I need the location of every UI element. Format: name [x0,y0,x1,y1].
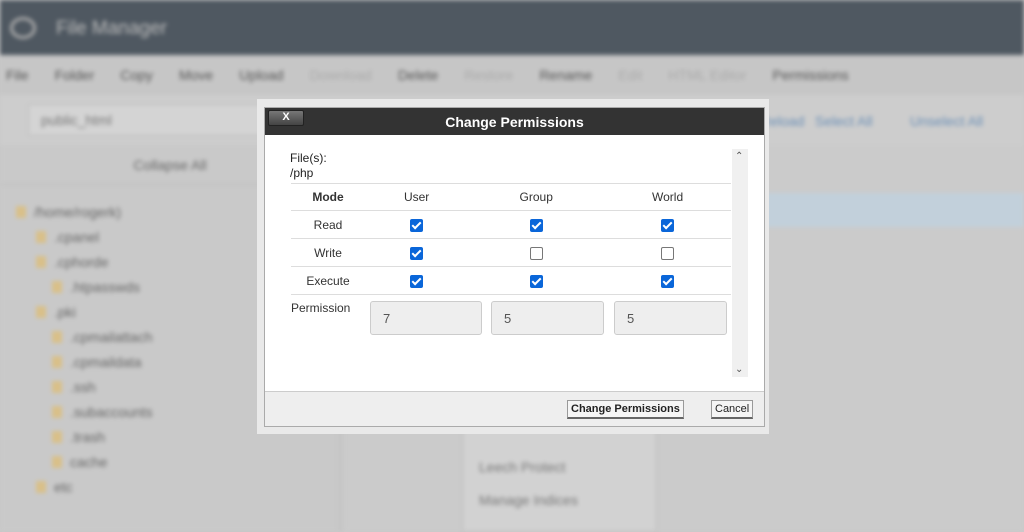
toolbar-html-editor-button[interactable]: HTML Editor [668,67,746,95]
world-permission-input[interactable]: 5 [614,301,727,335]
toolbar-upload-button[interactable]: Upload [239,67,283,95]
permission-label: Permission [291,301,351,315]
group-write-checkbox[interactable] [529,246,543,260]
header-world: World [604,183,731,211]
tree-folder[interactable]: .trash [16,425,153,450]
toolbar: File Folder Copy Move Upload Download Delete Re… [0,55,1024,95]
row-label: Write [291,238,365,267]
dialog-titlebar: X Change Permissions [265,108,764,135]
path-input[interactable]: public_html [28,104,268,136]
toolbar-restore-button[interactable]: Restore [464,67,513,95]
permissions-table: Mode User Group World Read Write Execute [291,183,731,295]
user-read-checkbox[interactable] [410,218,424,232]
context-menu: Leech Protect Manage Indices [462,420,657,532]
tree-folder[interactable]: .subaccounts [16,400,153,425]
group-execute-checkbox[interactable] [529,274,543,288]
tree-folder[interactable]: .htpasswds [16,275,153,300]
toolbar-edit-button[interactable]: Edit [618,67,642,95]
tree-folder[interactable]: cache [16,450,153,475]
permission-row-write: Write [291,238,731,267]
files-info: File(s): /php [290,151,327,181]
dialog-footer: Change Permissions Cancel [265,391,764,426]
menu-item-manage-indices[interactable]: Manage Indices [479,484,640,517]
user-write-checkbox[interactable] [410,246,424,260]
change-permissions-dialog: X Change Permissions File(s): /php Mode U… [264,107,765,427]
toolbar-delete-button[interactable]: Delete [398,67,438,95]
toolbar-download-button[interactable]: Download [310,67,372,95]
dialog-title: Change Permissions [445,114,584,130]
toolbar-move-button[interactable]: Move [179,67,213,95]
tree-folder[interactable]: .ssh [16,375,153,400]
tree-folder[interactable]: .pki [16,300,153,325]
permission-row-read: Read [291,210,731,239]
files-label: File(s): [290,151,327,165]
user-permission-input[interactable]: 7 [370,301,482,335]
tree-folder[interactable]: .cpmailattach [16,325,153,350]
scroll-up-icon[interactable]: ⌃ [735,151,743,162]
toolbar-copy-button[interactable]: Copy [120,67,153,95]
app-header: File Manager [0,0,1024,55]
world-read-checkbox[interactable] [661,218,675,232]
world-write-checkbox[interactable] [661,246,675,260]
tree-folder[interactable]: etc [16,475,153,500]
header-user: User [365,183,469,211]
toolbar-permissions-button[interactable]: Permissions [772,67,848,95]
tree-folder[interactable]: /home/rogerk) [16,200,153,225]
header-mode: Mode [291,183,365,211]
toolbar-rename-button[interactable]: Rename [539,67,592,95]
change-permissions-button[interactable]: Change Permissions [567,400,684,419]
row-label: Execute [291,266,365,295]
tree-folder[interactable]: .cpanel [16,225,153,250]
header-group: Group [468,183,605,211]
app-title: File Manager [56,18,167,39]
group-read-checkbox[interactable] [529,218,543,232]
scrollbar[interactable]: ⌃ ⌄ [732,149,748,377]
toolbar-file-button[interactable]: File [6,67,29,95]
toolbar-folder-button[interactable]: Folder [55,67,95,95]
permission-row-execute: Execute [291,266,731,295]
cpanel-logo-icon [10,17,36,39]
close-button[interactable]: X [268,110,304,126]
select-all-link[interactable]: Select All [815,113,873,129]
folder-tree: /home/rogerk) .cpanel .cphorde .htpasswds .p… [16,200,153,500]
unselect-all-link[interactable]: Unselect All [910,113,983,129]
tree-folder[interactable]: .cpmaildata [16,350,153,375]
tree-folder[interactable]: .cphorde [16,250,153,275]
user-execute-checkbox[interactable] [410,274,424,288]
group-permission-input[interactable]: 5 [491,301,604,335]
row-label: Read [291,210,365,239]
menu-item-leech-protect[interactable]: Leech Protect [479,451,640,484]
files-value: /php [290,166,314,180]
cancel-button[interactable]: Cancel [711,400,754,419]
world-execute-checkbox[interactable] [661,274,675,288]
scroll-down-icon[interactable]: ⌄ [735,364,743,375]
